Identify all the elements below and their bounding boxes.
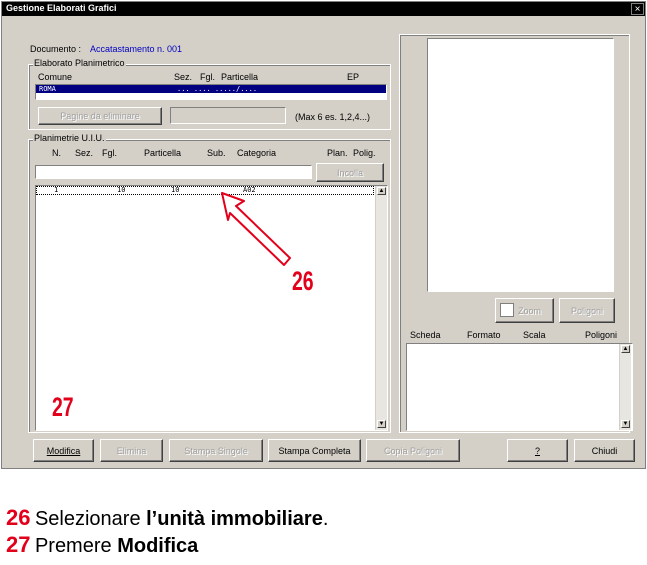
instruction-27-text: Premere — [34, 535, 118, 557]
instruction-27-bold: Modifica — [117, 535, 199, 557]
instruction-26: 26 Selezionare l’unità immobiliare. — [6, 505, 328, 531]
instruction-27-number: 27 — [6, 532, 31, 557]
instruction-26-number: 26 — [6, 505, 31, 530]
instruction-26-text: Selezionare — [34, 508, 147, 530]
red-arrow-icon — [221, 192, 291, 266]
instruction-26-after: . — [322, 508, 329, 530]
annotation-arrow — [221, 192, 291, 266]
callout-27: 27 — [52, 392, 74, 422]
instruction-26-bold: l’unità immobiliare — [146, 508, 323, 530]
callout-26: 26 — [292, 266, 314, 296]
instruction-27: 27 Premere Modifica — [6, 532, 198, 558]
